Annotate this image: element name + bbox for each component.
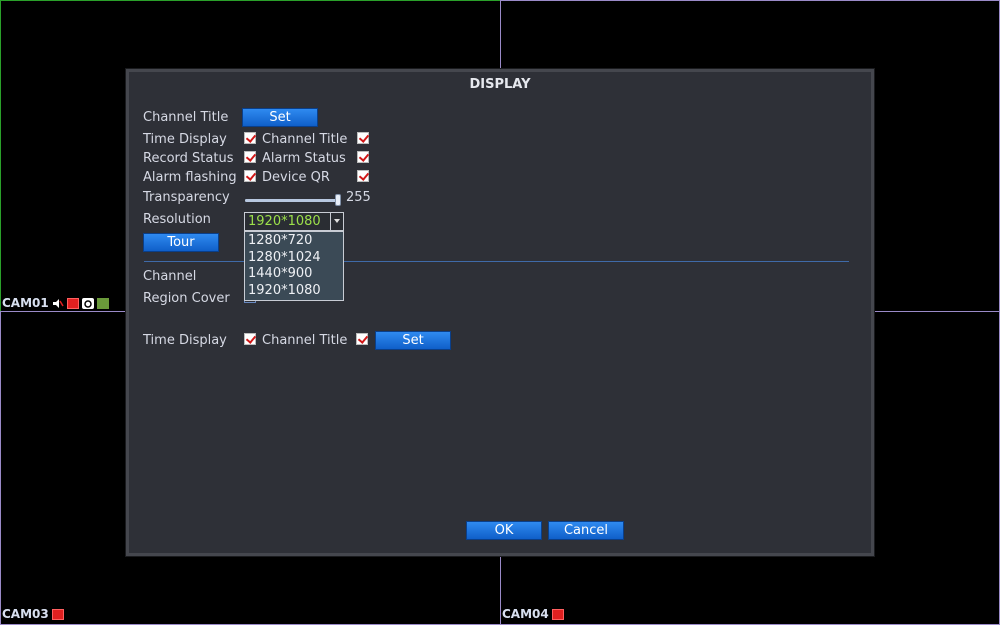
camera-label-cam01: CAM01: [2, 296, 109, 310]
tour-button[interactable]: Tour: [143, 233, 219, 252]
alarm-status-label: Alarm Status: [262, 151, 346, 166]
record-icon: [66, 297, 79, 309]
camera-name: CAM04: [502, 607, 549, 621]
resolution-option[interactable]: 1280*720: [245, 232, 343, 249]
time-display-label: Time Display: [143, 132, 227, 147]
resolution-select[interactable]: 1920*1080: [244, 212, 344, 231]
alarm-status-checkbox[interactable]: [357, 151, 369, 163]
ok-button[interactable]: OK: [466, 521, 542, 540]
resolution-option[interactable]: 1280*1024: [245, 249, 343, 266]
camera-name: CAM03: [2, 607, 49, 621]
device-qr-checkbox[interactable]: [357, 170, 369, 182]
record-icon: [551, 608, 564, 620]
record-icon: [51, 608, 64, 620]
resolution-selected-value: 1920*1080: [248, 214, 321, 229]
alarm-flashing-label: Alarm flashing: [143, 170, 237, 185]
time-display-checkbox[interactable]: [244, 132, 256, 144]
camera-label-cam04: CAM04: [502, 607, 564, 621]
channel-title-label: Channel Title: [143, 110, 229, 125]
dialog-title: DISPLAY: [469, 77, 531, 92]
record-status-checkbox[interactable]: [244, 151, 256, 163]
speaker-muted-icon: [52, 298, 64, 309]
snapshot-icon: [81, 297, 94, 309]
channel-set-button[interactable]: Set: [375, 331, 451, 350]
time-display-label-2: Time Display: [143, 333, 227, 348]
channel-title-checkbox-2[interactable]: [356, 333, 368, 345]
resolution-dropdown[interactable]: 1280*720 1280*1024 1440*900 1920*1080: [244, 231, 344, 301]
cancel-button[interactable]: Cancel: [548, 521, 624, 540]
camera-label-cam03: CAM03: [2, 607, 64, 621]
resolution-option[interactable]: 1920*1080: [245, 282, 343, 299]
channel-title-label-2: Channel Title: [262, 333, 348, 348]
camera-name: CAM01: [2, 296, 49, 310]
channel-title-check-label: Channel Title: [262, 132, 348, 147]
resolution-option[interactable]: 1440*900: [245, 265, 343, 282]
time-display-checkbox-2[interactable]: [244, 333, 256, 345]
transparency-slider-handle[interactable]: [335, 194, 341, 206]
transparency-value: 255: [346, 190, 371, 205]
display-dialog: DISPLAY Channel Title Set Time Display C…: [125, 68, 875, 557]
resolution-label: Resolution: [143, 212, 211, 227]
alarm-flashing-checkbox[interactable]: [244, 170, 256, 182]
channel-title-checkbox[interactable]: [357, 132, 369, 144]
transparency-slider-fill: [245, 199, 341, 202]
region-cover-label: Region Cover: [143, 291, 230, 306]
channel-title-set-button[interactable]: Set: [242, 108, 318, 127]
hdd-icon: [96, 297, 109, 309]
transparency-label: Transparency: [143, 190, 230, 205]
transparency-slider[interactable]: [245, 194, 341, 206]
channel-label: Channel: [143, 269, 197, 284]
device-qr-label: Device QR: [262, 170, 330, 185]
chevron-down-icon[interactable]: [330, 213, 343, 230]
record-status-label: Record Status: [143, 151, 234, 166]
